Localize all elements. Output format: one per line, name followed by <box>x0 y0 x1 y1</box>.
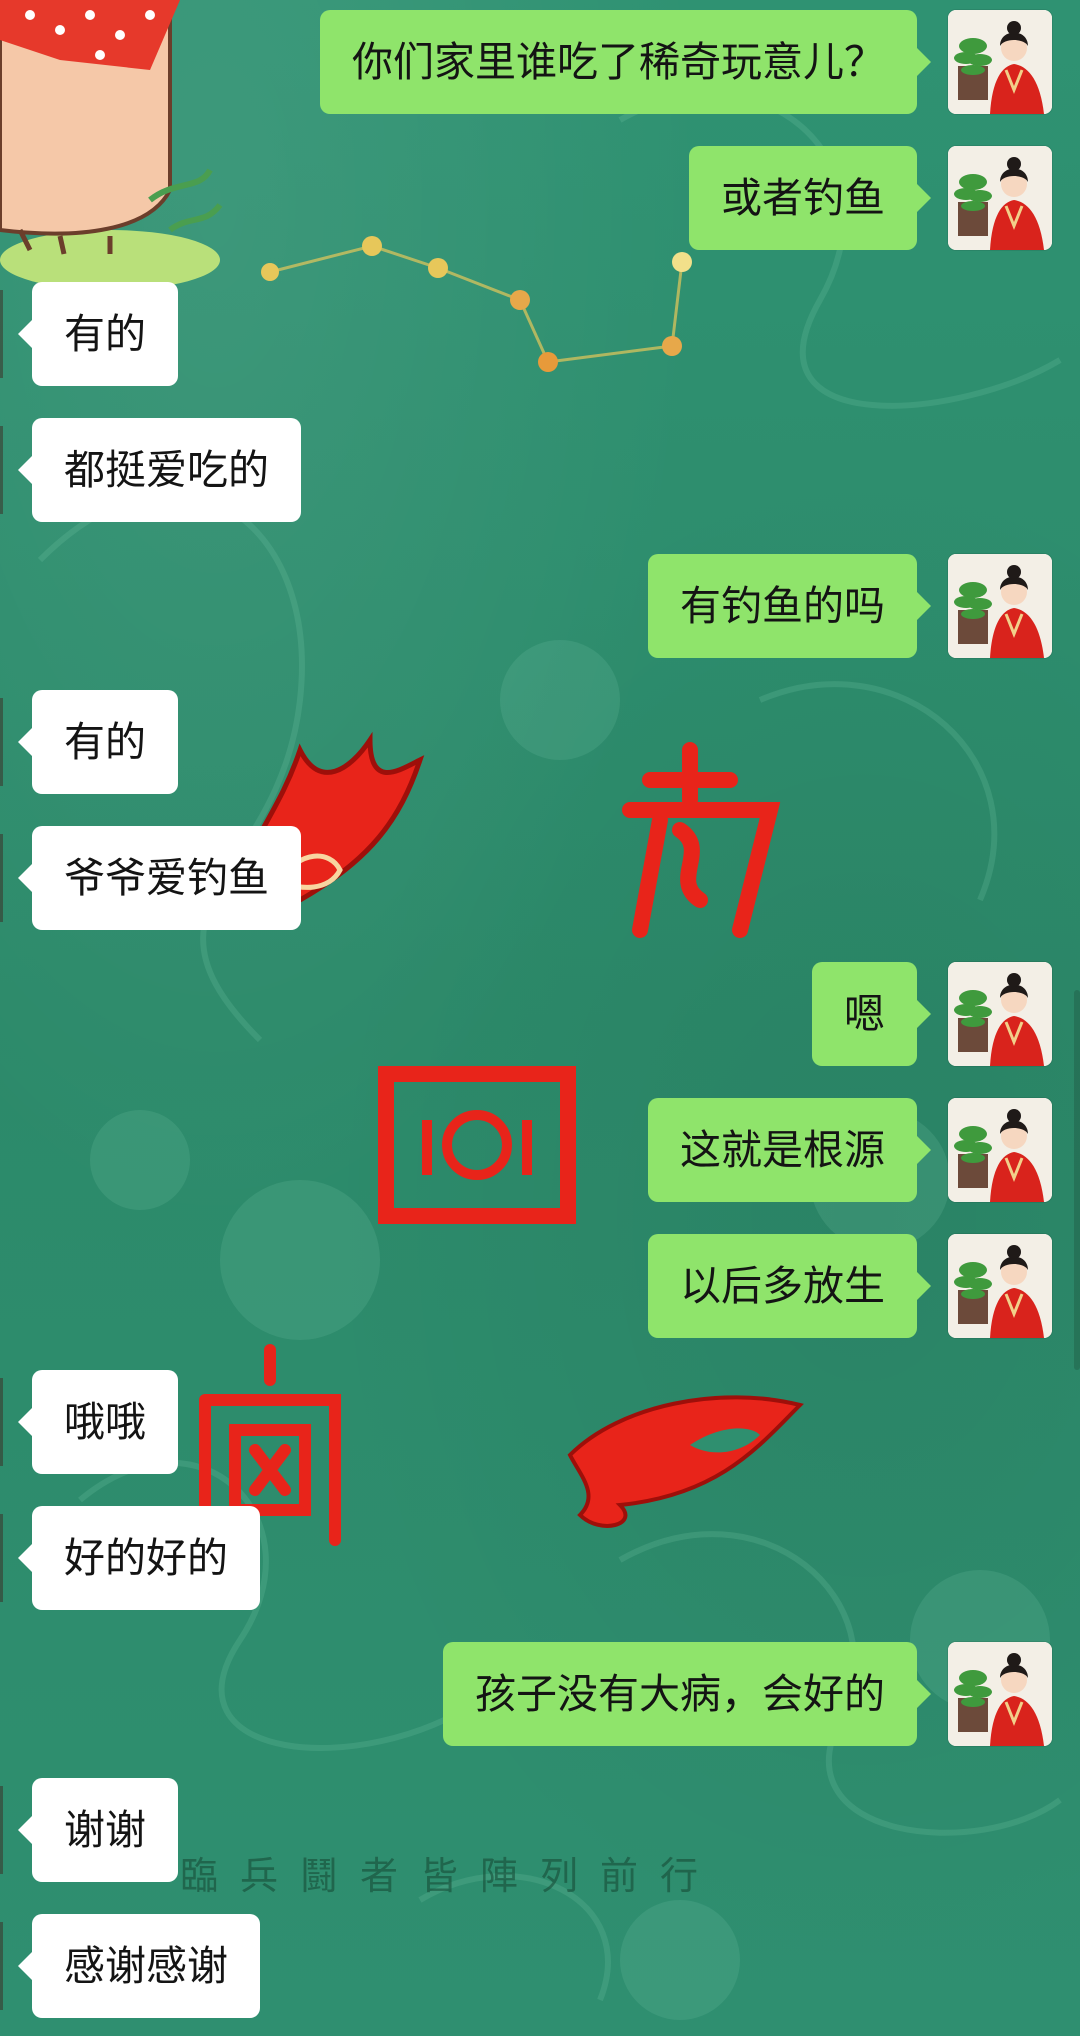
outgoing-message-bubble[interactable]: 你们家里谁吃了稀奇玩意儿？ <box>320 10 931 114</box>
sender-avatar-edge[interactable] <box>0 290 3 378</box>
incoming-message-bubble[interactable]: 好的好的 <box>18 1506 260 1610</box>
my-avatar[interactable] <box>948 554 1052 658</box>
incoming-message-row: 好的好的 <box>0 1506 1080 1610</box>
sender-avatar-edge[interactable] <box>0 1922 3 2010</box>
sender-avatar-edge[interactable] <box>0 1378 3 1466</box>
sender-avatar-edge[interactable] <box>0 426 3 514</box>
outgoing-message-row: 孩子没有大病，会好的 <box>0 1642 1080 1746</box>
my-avatar[interactable] <box>948 1234 1052 1338</box>
incoming-message-row: 爷爷爱钓鱼 <box>0 826 1080 930</box>
my-avatar[interactable] <box>948 962 1052 1066</box>
outgoing-message-bubble[interactable]: 有钓鱼的吗 <box>648 554 931 658</box>
incoming-message-bubble[interactable]: 哦哦 <box>18 1370 178 1474</box>
outgoing-message-row: 或者钓鱼 <box>0 146 1080 250</box>
outgoing-message-bubble[interactable]: 或者钓鱼 <box>689 146 931 250</box>
incoming-message-bubble[interactable]: 感谢感谢 <box>18 1914 260 2018</box>
incoming-message-row: 哦哦 <box>0 1370 1080 1474</box>
my-avatar[interactable] <box>948 146 1052 250</box>
outgoing-message-bubble[interactable]: 孩子没有大病，会好的 <box>443 1642 931 1746</box>
sender-avatar-edge[interactable] <box>0 1514 3 1602</box>
sender-avatar-edge[interactable] <box>0 834 3 922</box>
incoming-message-bubble[interactable]: 有的 <box>18 690 178 794</box>
outgoing-message-bubble[interactable]: 这就是根源 <box>648 1098 931 1202</box>
outgoing-message-row: 这就是根源 <box>0 1098 1080 1202</box>
incoming-message-row: 感谢感谢 <box>0 1914 1080 2018</box>
incoming-message-row: 谢谢 <box>0 1778 1080 1882</box>
outgoing-message-bubble[interactable]: 嗯 <box>812 962 931 1066</box>
outgoing-message-row: 以后多放生 <box>0 1234 1080 1338</box>
outgoing-message-row: 有钓鱼的吗 <box>0 554 1080 658</box>
incoming-message-bubble[interactable]: 都挺爱吃的 <box>18 418 301 522</box>
my-avatar[interactable] <box>948 10 1052 114</box>
incoming-message-row: 有的 <box>0 282 1080 386</box>
incoming-message-bubble[interactable]: 有的 <box>18 282 178 386</box>
incoming-message-bubble[interactable]: 谢谢 <box>18 1778 178 1882</box>
incoming-message-row: 有的 <box>0 690 1080 794</box>
sender-avatar-edge[interactable] <box>0 698 3 786</box>
my-avatar[interactable] <box>948 1642 1052 1746</box>
sender-avatar-edge[interactable] <box>0 1786 3 1874</box>
my-avatar[interactable] <box>948 1098 1052 1202</box>
outgoing-message-row: 你们家里谁吃了稀奇玩意儿？ <box>0 10 1080 114</box>
outgoing-message-bubble[interactable]: 以后多放生 <box>648 1234 931 1338</box>
incoming-message-row: 都挺爱吃的 <box>0 418 1080 522</box>
incoming-message-bubble[interactable]: 爷爷爱钓鱼 <box>18 826 301 930</box>
outgoing-message-row: 嗯 <box>0 962 1080 1066</box>
